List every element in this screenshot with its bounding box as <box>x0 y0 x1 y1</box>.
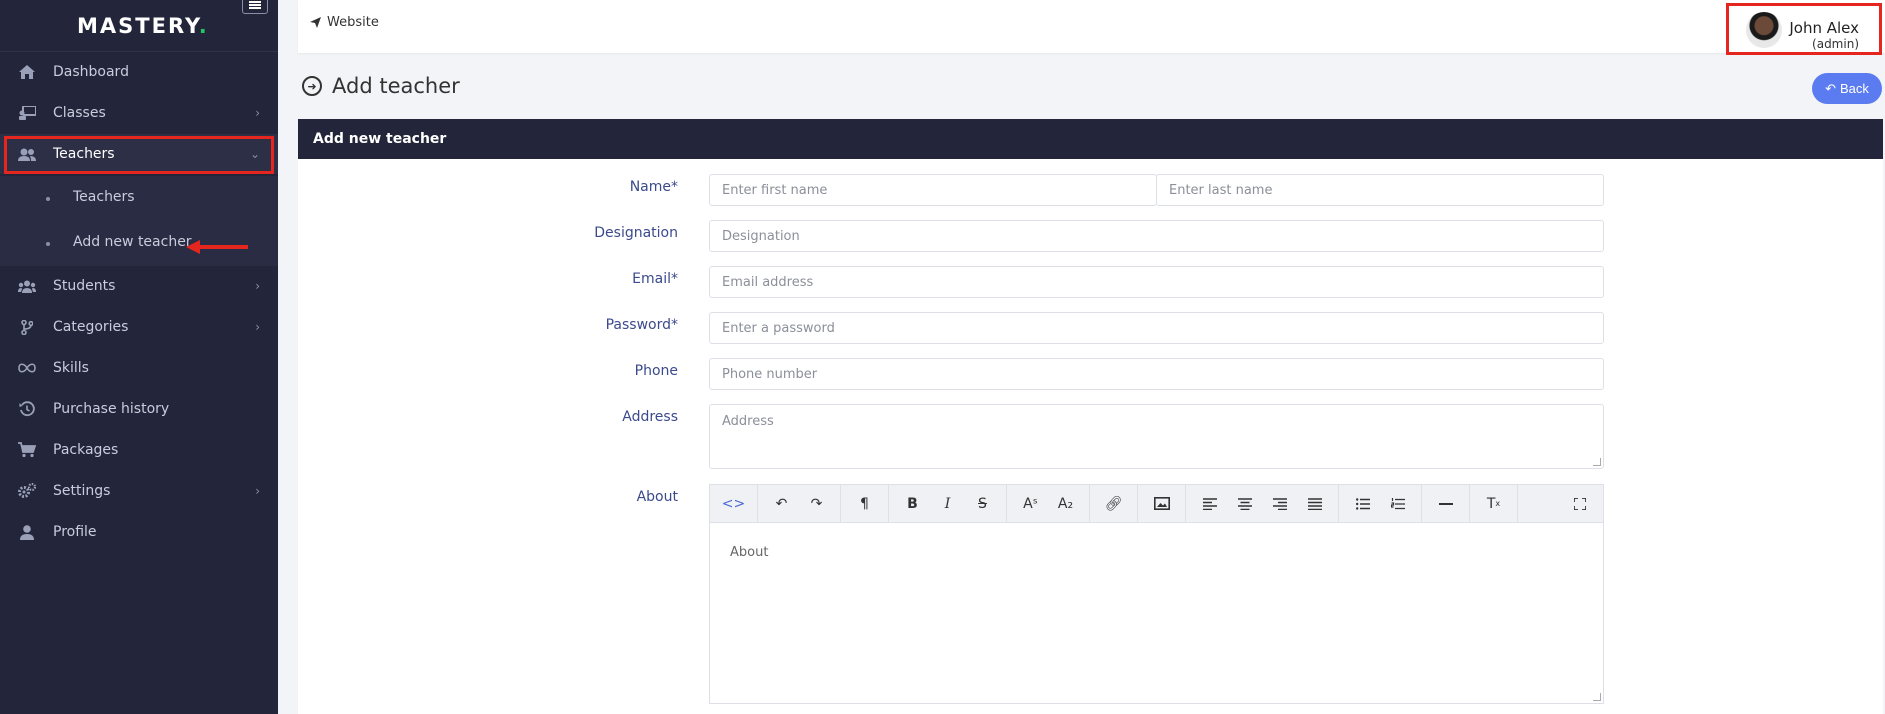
user-menu[interactable]: John Alex (admin) <box>1726 3 1882 55</box>
email-input[interactable]: Email address <box>709 266 1604 298</box>
sidebar-item-dashboard[interactable]: Dashboard <box>0 52 278 92</box>
subscript-icon[interactable]: A₂ <box>1048 489 1083 519</box>
align-center-icon[interactable] <box>1227 489 1262 519</box>
submenu-item-teachers[interactable]: Teachers <box>0 178 278 218</box>
cart-icon <box>18 441 36 459</box>
gears-icon <box>18 482 36 500</box>
address-label: Address <box>622 409 678 425</box>
sidebar-item-packages[interactable]: Packages <box>0 430 278 470</box>
bullet-icon <box>46 242 50 246</box>
highlight-teachers <box>4 136 274 174</box>
phone-label: Phone <box>634 363 678 379</box>
chevron-right-icon: › <box>255 484 260 498</box>
align-left-icon[interactable] <box>1192 489 1227 519</box>
name-label: Name* <box>629 179 678 195</box>
align-justify-icon[interactable] <box>1297 489 1332 519</box>
back-button[interactable]: ↶ Back <box>1812 73 1882 104</box>
card-title: Add new teacher <box>298 119 1883 159</box>
infinity-icon <box>18 359 36 377</box>
code-view-icon[interactable]: <> <box>716 489 751 519</box>
menu-toggle-button[interactable] <box>242 0 268 14</box>
logo[interactable]: MASTERY. <box>77 14 209 38</box>
sidebar-item-skills[interactable]: Skills <box>0 348 278 388</box>
sidebar-item-classes[interactable]: Classes › <box>0 93 278 133</box>
arrow-left-icon <box>186 240 248 254</box>
user-name: John Alex <box>1789 19 1859 37</box>
resize-handle[interactable] <box>1593 458 1601 466</box>
user-group-icon <box>18 277 36 295</box>
hamburger-icon <box>249 1 261 9</box>
address-textarea[interactable]: Address <box>709 404 1604 469</box>
sidebar-item-categories[interactable]: Categories › <box>0 307 278 347</box>
sidebar: MASTERY. Dashboard Classes › Teachers ⌄ … <box>0 0 278 714</box>
top-bar: Website John Alex (admin) <box>298 0 1885 55</box>
bullet-icon <box>46 197 50 201</box>
user-role: (admin) <box>1812 37 1859 51</box>
first-name-input[interactable]: Enter first name <box>709 174 1157 206</box>
phone-input[interactable]: Phone number <box>709 358 1604 390</box>
bullet-list-icon[interactable] <box>1345 489 1380 519</box>
about-label: About <box>636 489 678 505</box>
paragraph-icon[interactable]: ¶ <box>847 489 882 519</box>
strikethrough-icon[interactable]: S <box>965 489 1000 519</box>
clear-format-icon[interactable]: Tx <box>1476 489 1511 519</box>
password-input[interactable]: Enter a password <box>709 312 1604 344</box>
sidebar-item-settings[interactable]: Settings › <box>0 471 278 511</box>
chevron-right-icon: › <box>255 106 260 120</box>
fullscreen-icon[interactable] <box>1562 489 1597 519</box>
last-name-input[interactable]: Enter last name <box>1156 174 1604 206</box>
password-label: Password* <box>605 317 678 333</box>
horizontal-rule-icon[interactable] <box>1428 489 1463 519</box>
designation-label: Designation <box>594 225 678 241</box>
sidebar-item-students[interactable]: Students › <box>0 266 278 306</box>
history-icon <box>18 400 36 418</box>
image-icon[interactable] <box>1144 489 1179 519</box>
page-title: ➜ Add teacher <box>302 74 460 98</box>
email-label: Email* <box>632 271 678 287</box>
send-icon <box>310 17 321 28</box>
chalkboard-icon <box>18 104 36 122</box>
about-editor: <> ↶ ↷ ¶ B I S Aˢ A₂ 🔗︎ T x About <box>709 484 1604 704</box>
logo-bar: MASTERY. <box>0 0 278 52</box>
user-icon <box>18 523 36 541</box>
resize-handle[interactable] <box>1593 693 1601 701</box>
numbered-list-icon[interactable] <box>1380 489 1415 519</box>
sidebar-item-purchase-history[interactable]: Purchase history <box>0 389 278 429</box>
undo-icon[interactable]: ↶ <box>764 489 799 519</box>
redo-icon[interactable]: ↷ <box>799 489 834 519</box>
designation-input[interactable]: Designation <box>709 220 1604 252</box>
website-link[interactable]: Website <box>310 15 379 30</box>
superscript-icon[interactable]: Aˢ <box>1013 489 1048 519</box>
italic-icon[interactable]: I <box>930 489 965 519</box>
bold-icon[interactable]: B <box>895 489 930 519</box>
chevron-right-icon: › <box>255 279 260 293</box>
branch-icon <box>18 318 36 336</box>
home-icon <box>18 63 36 81</box>
sidebar-item-profile[interactable]: Profile <box>0 512 278 552</box>
align-right-icon[interactable] <box>1262 489 1297 519</box>
editor-toolbar: <> ↶ ↷ ¶ B I S Aˢ A₂ 🔗︎ T x <box>710 484 1603 523</box>
about-input[interactable]: About <box>710 523 1603 582</box>
chevron-right-icon: › <box>255 320 260 334</box>
reply-icon: ↶ <box>1825 80 1836 96</box>
link-icon[interactable]: 🔗︎ <box>1096 489 1131 519</box>
arrow-circle-right-icon: ➜ <box>302 76 322 96</box>
avatar <box>1746 12 1782 48</box>
